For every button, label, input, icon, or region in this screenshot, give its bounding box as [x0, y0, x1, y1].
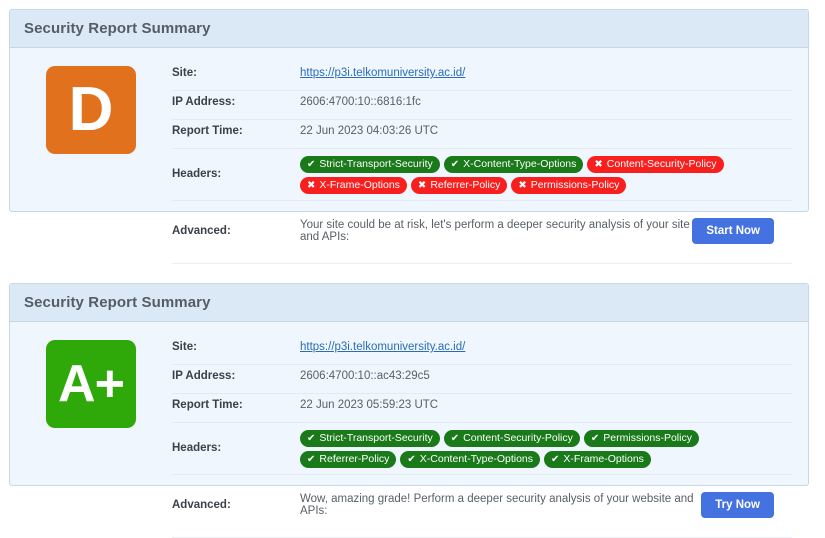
card-header: Security Report Summary	[10, 284, 808, 322]
advanced-body: Wow, amazing grade! Perform a deeper sec…	[300, 492, 792, 518]
header-badge: ✖ Referrer-Policy	[411, 177, 507, 194]
header-badge-label: X-Content-Type-Options	[463, 159, 576, 170]
header-badge-label: Referrer-Policy	[319, 454, 389, 465]
header-badge: ✔ Permissions-Policy	[584, 430, 699, 447]
page-title: Security Report Summary	[24, 294, 211, 311]
check-icon: ✔	[451, 434, 459, 444]
page-title: Security Report Summary	[24, 20, 211, 37]
grade-column: A+	[10, 336, 172, 538]
grade-tile: A+	[46, 340, 136, 428]
advanced-body: Your site could be at risk, let's perfor…	[300, 218, 792, 244]
header-badge-label: Referrer-Policy	[430, 180, 500, 191]
check-icon: ✔	[591, 434, 599, 444]
details-table: Site: https://p3i.telkomuniversity.ac.id…	[172, 62, 808, 264]
ip-address-value: 2606:4700:10::ac43:29c5	[300, 368, 792, 382]
security-report-card: Security Report Summary A+ Site: https:/…	[9, 283, 809, 486]
row-ip-address: IP Address: 2606:4700:10::6816:1fc	[172, 91, 792, 120]
ip-address-label: IP Address:	[172, 94, 300, 108]
header-badge-label: X-Frame-Options	[563, 454, 644, 465]
check-icon: ✔	[307, 160, 315, 170]
report-time-value: 22 Jun 2023 05:59:23 UTC	[300, 397, 792, 411]
row-site: Site: https://p3i.telkomuniversity.ac.id…	[172, 336, 792, 365]
row-headers: Headers: ✔ Strict-Transport-Security ✔ X-Co…	[172, 149, 792, 201]
card-body: D Site: https://p3i.telkomuniversity.ac.…	[10, 48, 808, 264]
cross-icon: ✖	[418, 181, 426, 191]
check-icon: ✔	[551, 455, 559, 465]
advanced-text: Your site could be at risk, let's perfor…	[300, 219, 692, 243]
header-badge: ✖ X-Frame-Options	[300, 177, 407, 194]
header-badge: ✔ Strict-Transport-Security	[300, 430, 440, 447]
details-table: Site: https://p3i.telkomuniversity.ac.id…	[172, 336, 808, 538]
site-label: Site:	[172, 65, 300, 79]
advanced-label: Advanced:	[172, 499, 300, 511]
site-link[interactable]: https://p3i.telkomuniversity.ac.id/	[300, 341, 465, 353]
advanced-text: Wow, amazing grade! Perform a deeper sec…	[300, 493, 701, 517]
row-ip-address: IP Address: 2606:4700:10::ac43:29c5	[172, 365, 792, 394]
report-time-label: Report Time:	[172, 123, 300, 137]
header-badge-label: Content-Security-Policy	[463, 433, 573, 444]
header-badge: ✔ Content-Security-Policy	[444, 430, 580, 447]
advanced-label: Advanced:	[172, 225, 300, 237]
header-badge-label: X-Frame-Options	[319, 180, 400, 191]
ip-address-label: IP Address:	[172, 368, 300, 382]
header-badge-label: X-Content-Type-Options	[420, 454, 533, 465]
headers-value: ✔ Strict-Transport-Security ✔ X-Content-Typ…	[300, 154, 792, 194]
check-icon: ✔	[407, 455, 415, 465]
row-headers: Headers: ✔ Strict-Transport-Security ✔ Cont…	[172, 423, 792, 475]
header-badge: ✖ Permissions-Policy	[511, 177, 626, 194]
site-value: https://p3i.telkomuniversity.ac.id/	[300, 339, 792, 353]
headers-label: Headers:	[172, 168, 300, 180]
card-header: Security Report Summary	[10, 10, 808, 48]
security-report-page: Security Report Summary D Site: https://…	[0, 0, 825, 510]
header-badge: ✖ Content-Security-Policy	[587, 156, 723, 173]
report-time-label: Report Time:	[172, 397, 300, 411]
header-badge-list: ✔ Strict-Transport-Security ✔ X-Content-Typ…	[300, 156, 770, 194]
check-icon: ✔	[307, 434, 315, 444]
header-badge: ✔ X-Content-Type-Options	[400, 451, 540, 468]
cross-icon: ✖	[307, 181, 315, 191]
header-badge-label: Strict-Transport-Security	[319, 159, 432, 170]
header-badge-label: Strict-Transport-Security	[319, 433, 432, 444]
start-now-button[interactable]: Start Now	[692, 218, 774, 244]
site-link[interactable]: https://p3i.telkomuniversity.ac.id/	[300, 67, 465, 79]
header-badge: ✔ X-Content-Type-Options	[444, 156, 584, 173]
header-badge-label: Content-Security-Policy	[607, 159, 717, 170]
headers-label: Headers:	[172, 442, 300, 454]
header-badge-list: ✔ Strict-Transport-Security ✔ Content-Secur…	[300, 430, 770, 468]
site-value: https://p3i.telkomuniversity.ac.id/	[300, 65, 792, 79]
header-badge: ✔ X-Frame-Options	[544, 451, 651, 468]
check-icon: ✔	[307, 455, 315, 465]
header-badge-label: Permissions-Policy	[531, 180, 620, 191]
headers-value: ✔ Strict-Transport-Security ✔ Content-Secur…	[300, 428, 792, 468]
cross-icon: ✖	[594, 160, 602, 170]
row-advanced: Advanced: Wow, amazing grade! Perform a …	[172, 475, 792, 538]
row-report-time: Report Time: 22 Jun 2023 05:59:23 UTC	[172, 394, 792, 423]
try-now-button[interactable]: Try Now	[701, 492, 774, 518]
report-time-value: 22 Jun 2023 04:03:26 UTC	[300, 123, 792, 137]
site-label: Site:	[172, 339, 300, 353]
grade-tile: D	[46, 66, 136, 154]
row-report-time: Report Time: 22 Jun 2023 04:03:26 UTC	[172, 120, 792, 149]
header-badge: ✔ Strict-Transport-Security	[300, 156, 440, 173]
check-icon: ✔	[451, 160, 459, 170]
header-badge: ✔ Referrer-Policy	[300, 451, 396, 468]
row-advanced: Advanced: Your site could be at risk, le…	[172, 201, 792, 264]
grade-column: D	[10, 62, 172, 264]
row-site: Site: https://p3i.telkomuniversity.ac.id…	[172, 62, 792, 91]
card-body: A+ Site: https://p3i.telkomuniversity.ac…	[10, 322, 808, 538]
ip-address-value: 2606:4700:10::6816:1fc	[300, 94, 792, 108]
cross-icon: ✖	[518, 181, 526, 191]
header-badge-label: Permissions-Policy	[603, 433, 692, 444]
security-report-card: Security Report Summary D Site: https://…	[9, 9, 809, 212]
